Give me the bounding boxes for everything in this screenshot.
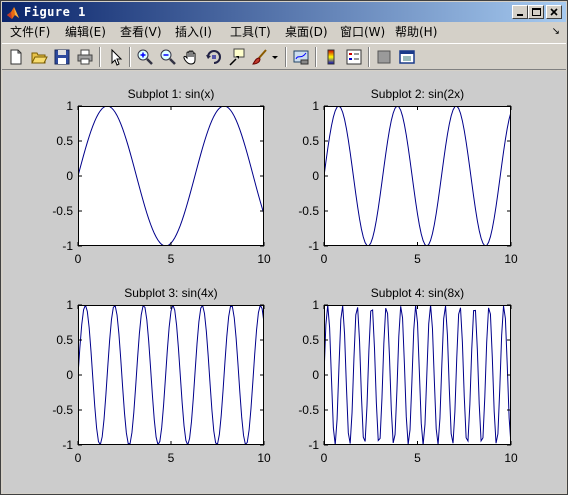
y-tick-label: -0.5: [52, 204, 73, 218]
y-tick-label: 0.5: [302, 333, 319, 347]
figure-toolbar: [2, 43, 566, 70]
y-tick-label: 0.5: [56, 333, 73, 347]
subplot-1[interactable]: Subplot 1: sin(x)10.50-0.5-10 5 10: [52, 87, 271, 266]
y-tick-label: -1: [62, 239, 73, 253]
x-tick-label: 0: [321, 451, 328, 465]
y-tick-label: -0.5: [298, 403, 319, 417]
subplot-title: Subplot 3: sin(4x): [124, 286, 217, 300]
maximize-button[interactable]: [528, 5, 544, 19]
x-tick-label: 0: [321, 252, 328, 266]
axes-background: [78, 106, 264, 246]
rotate-3d-icon[interactable]: [204, 47, 224, 67]
window-title: Figure 1: [24, 5, 86, 19]
subplot-title: Subplot 2: sin(2x): [371, 87, 464, 101]
x-tick-label: 10: [257, 451, 271, 465]
select-arrow-icon[interactable]: [105, 47, 125, 67]
legend-icon[interactable]: [344, 47, 364, 67]
toolbar-separator: [285, 47, 287, 67]
y-tick-label: 0: [312, 169, 319, 183]
y-tick-label: -0.5: [52, 403, 73, 417]
hide-plot-tools-icon[interactable]: [374, 47, 394, 67]
x-tick-label: 10: [504, 451, 518, 465]
x-tick-label: 5: [414, 451, 421, 465]
y-tick-label: -0.5: [298, 204, 319, 218]
x-tick-label: 0: [75, 252, 82, 266]
show-plot-tools-icon[interactable]: [397, 47, 417, 67]
y-tick-label: 1: [312, 99, 319, 113]
print-icon[interactable]: [75, 47, 95, 67]
menu-insert[interactable]: 插入(I): [175, 25, 212, 40]
subplot-2[interactable]: Subplot 2: sin(2x)10.50-0.5-10 5 10: [298, 87, 518, 266]
toolbar-separator: [315, 47, 317, 67]
zoom-in-icon[interactable]: [135, 47, 155, 67]
title-bar[interactable]: Figure 1: [2, 2, 566, 22]
y-tick-label: -1: [308, 239, 319, 253]
menu-window[interactable]: 窗口(W): [340, 25, 385, 40]
zoom-out-icon[interactable]: [158, 47, 178, 67]
new-figure-icon[interactable]: [6, 47, 26, 67]
close-button[interactable]: [546, 5, 562, 19]
y-tick-label: 1: [66, 298, 73, 312]
menu-help[interactable]: 帮助(H): [395, 25, 437, 40]
brush-dropdown-icon[interactable]: [270, 47, 280, 67]
y-tick-label: 0: [66, 368, 73, 382]
figure-canvas: Subplot 1: sin(x) 1 0.5 0 -0.5 -1 0 5 10 Subplot …: [3, 71, 566, 493]
menu-tools[interactable]: 工具(T): [230, 25, 271, 40]
matlab-logo-icon: [6, 5, 20, 19]
minimize-button[interactable]: [512, 5, 528, 19]
x-tick-label: 10: [504, 252, 518, 266]
axes-background: [78, 305, 264, 445]
x-tick-label: 5: [414, 252, 421, 266]
subplot-4[interactable]: Subplot 4: sin(8x)10.50-0.5-10 5 10: [298, 286, 518, 465]
x-tick-label: 5: [168, 252, 175, 266]
x-tick-label: 0: [75, 451, 82, 465]
y-tick-label: -1: [308, 438, 319, 452]
menu-view[interactable]: 查看(V): [120, 25, 162, 40]
x-tick-label: 10: [257, 252, 271, 266]
menu-file[interactable]: 文件(F): [10, 25, 50, 40]
x-tick-label: 5: [168, 451, 175, 465]
axes-background: [324, 106, 511, 246]
data-cursor-icon[interactable]: [227, 47, 247, 67]
toolbar-separator: [129, 47, 131, 67]
subplot-title: Subplot 4: sin(8x): [371, 286, 464, 300]
pan-hand-icon[interactable]: [181, 47, 201, 67]
y-tick-label: 0: [312, 368, 319, 382]
brush-icon[interactable]: [250, 47, 270, 67]
subplot-grid: Subplot 1: sin(x)10.50-0.5-10 5 10Subplot …: [52, 87, 518, 465]
subplot-3[interactable]: Subplot 3: sin(4x)10.50-0.5-10 5 10: [52, 286, 271, 465]
open-file-icon[interactable]: [29, 47, 49, 67]
menu-bar: 文件(F) 编辑(E) 查看(V) 插入(I) 工具(T) 桌面(D) 窗口(W…: [2, 22, 566, 43]
save-icon[interactable]: [52, 47, 72, 67]
link-plot-icon[interactable]: [291, 47, 311, 67]
colorbar-icon[interactable]: [321, 47, 341, 67]
y-tick-label: 1: [66, 99, 73, 113]
toolbar-separator: [368, 47, 370, 67]
toolbar-separator: [99, 47, 101, 67]
subplot-title: Subplot 1: sin(x): [128, 87, 215, 101]
y-tick-label: 0: [66, 169, 73, 183]
menu-desktop[interactable]: 桌面(D): [285, 25, 328, 40]
y-tick-label: 0.5: [302, 134, 319, 148]
menu-edit[interactable]: 编辑(E): [65, 25, 106, 40]
figure-window: Figure 1 文件(F) 编辑(E) 查看(V) 插入(I) 工具(T) 桌…: [0, 0, 568, 495]
dock-arrow-icon[interactable]: ↘: [552, 26, 560, 37]
y-tick-label: 0.5: [56, 134, 73, 148]
y-tick-label: -1: [62, 438, 73, 452]
y-tick-label: 1: [312, 298, 319, 312]
